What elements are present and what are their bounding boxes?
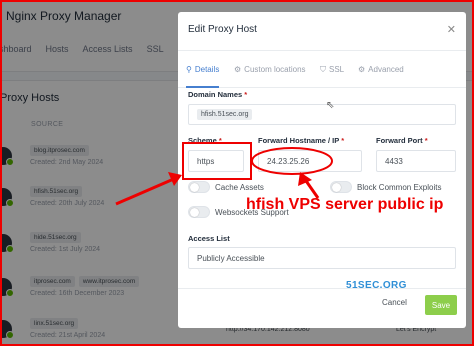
modal-title: Edit Proxy Host (188, 24, 257, 35)
shield-icon: ⛉ (320, 65, 326, 74)
toggle-label: Cache Assets (215, 182, 264, 192)
cursor-icon: ⇖ (326, 100, 335, 111)
toggle-switch[interactable] (188, 206, 210, 218)
block-exploits-toggle[interactable]: Block Common Exploits (330, 181, 441, 193)
tab-label: Custom locations (244, 65, 306, 74)
tab-label: SSL (329, 65, 345, 74)
cancel-button[interactable]: Cancel (382, 298, 407, 307)
domain-names-label: Domain Names * (188, 90, 248, 99)
toggle-switch[interactable] (330, 181, 352, 193)
annotation-caption: hfish VPS server public ip (246, 196, 444, 213)
tab-ssl[interactable]: ⛉ SSL (320, 52, 344, 88)
forward-port-input[interactable]: 4433 (376, 150, 456, 172)
bolt-icon: ⚲ (186, 65, 192, 74)
modal-tabs: ⚲ Details ⚙ Custom locations ⛉ SSL ⚙ Advance… (178, 52, 466, 88)
save-button[interactable]: Save (425, 295, 457, 315)
tab-advanced[interactable]: ⚙ Advanced (358, 52, 404, 88)
layers-icon: ⚙ (234, 65, 242, 74)
domain-names-input[interactable]: hfish.51sec.org (188, 104, 456, 125)
forward-host-label: Forward Hostname / IP * (258, 136, 345, 145)
divider (178, 288, 466, 289)
toggle-switch[interactable] (188, 181, 210, 193)
gear-icon: ⚙ (358, 65, 366, 74)
tab-details[interactable]: ⚲ Details (186, 52, 220, 88)
domain-chip[interactable]: hfish.51sec.org (197, 109, 253, 120)
tab-label: Advanced (368, 65, 404, 74)
annotation-box (182, 142, 252, 180)
watermark: 51SEC.ORG (346, 280, 407, 291)
forward-host-input[interactable]: 24.23.25.26 (258, 150, 362, 172)
tab-label: Details (194, 65, 220, 74)
access-list-label: Access List (188, 234, 230, 243)
forward-port-label: Forward Port * (376, 136, 428, 145)
cache-assets-toggle[interactable]: Cache Assets (188, 181, 264, 193)
divider (178, 50, 466, 51)
access-list-select[interactable]: Publicly Accessible (188, 247, 456, 269)
close-icon[interactable]: ✕ (447, 23, 456, 36)
tab-custom-locations[interactable]: ⚙ Custom locations (234, 52, 306, 88)
toggle-label: Block Common Exploits (357, 182, 442, 192)
